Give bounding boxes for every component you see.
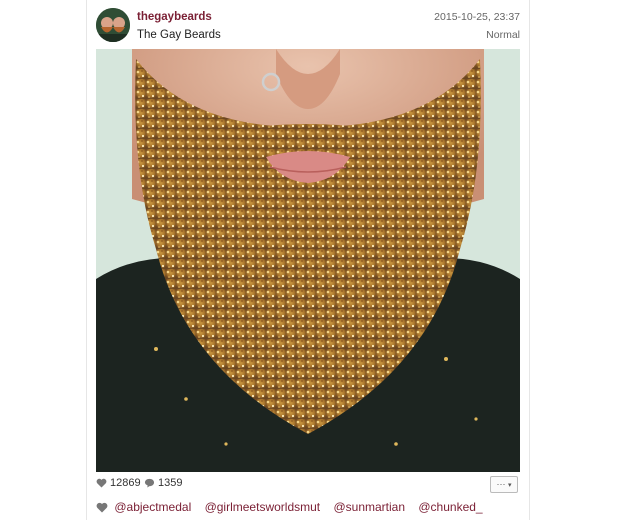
full-name: The Gay Beards [137,29,221,41]
tagged-users: @abjectmedal @girlmeetsworldsmut @sunmar… [96,500,493,516]
post-photo[interactable] [96,49,520,472]
comment-bubble-icon [144,478,155,488]
avatar-image [96,8,130,42]
more-options-button[interactable]: ··· ▾ [490,476,518,493]
comments-value: 1359 [158,477,183,489]
chevron-down-icon: ▾ [508,482,512,489]
likes-count[interactable]: 12869 [96,477,141,489]
tagged-user-link[interactable]: @abjectmedal [114,500,191,514]
glitter-beard-photo [96,49,520,472]
tagged-user-link[interactable]: @girlmeetsworldsmut [205,500,321,514]
comments-count[interactable]: 1359 [144,477,182,489]
likes-value: 12869 [110,477,141,489]
post-timestamp: 2015-10-25, 23:37 [434,11,520,23]
tagged-user-link[interactable]: @sunmartian [333,500,405,514]
post-header: thegaybeards The Gay Beards 2015-10-25, … [96,8,520,46]
filter-name: Normal [486,29,520,41]
tagged-user-link[interactable]: @chunked_ [418,500,482,514]
avatar[interactable] [96,8,130,42]
heart-icon [96,478,107,488]
username-link[interactable]: thegaybeards [137,11,212,23]
ellipsis-icon: ··· [496,479,506,489]
heart-icon [96,502,108,513]
